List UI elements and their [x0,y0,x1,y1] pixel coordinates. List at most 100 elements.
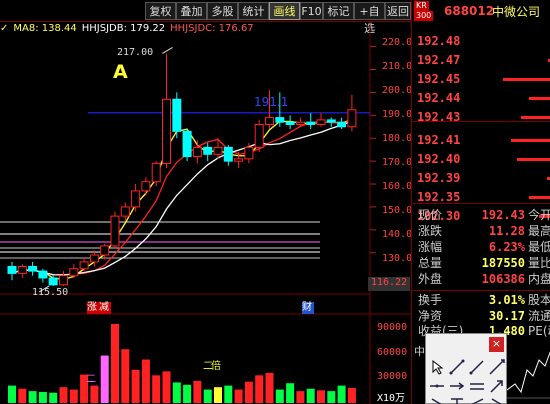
candle-up [100,245,110,256]
quote-divider-2 [412,290,550,291]
order-book-row[interactable]: 192.39 [412,170,550,186]
candle-down [223,146,233,162]
extended-line-tool-icon[interactable] [488,358,506,376]
candle-up [17,266,27,274]
down-arrow-tool-icon[interactable] [428,394,446,404]
stock-header[interactable]: KR 300 688012 中微公司 [412,0,550,22]
volume-bar [100,355,109,403]
quote-key-2: 股本 [528,293,550,307]
trend-arrow-tool-icon[interactable] [488,377,506,395]
volume-bar [141,359,150,403]
overlay-button[interactable]: 叠加 [176,2,207,20]
candle-up [295,121,305,125]
volume-bar [347,387,356,403]
rectangle-tool-icon[interactable] [488,394,506,404]
candle-up [89,254,99,263]
event-marker-cai[interactable]: 财 [302,302,314,314]
ray-tool-icon[interactable] [468,358,486,376]
candle-up [120,206,130,217]
volume-bar [111,323,119,403]
order-book-row[interactable]: 192.40 [412,151,550,167]
volume-bar [255,375,264,403]
volume-bar [172,382,181,403]
cursor-tool-icon[interactable] [428,358,446,376]
volume-bar [337,385,346,403]
quote-key-2: 流通 [528,309,550,323]
signal-letter: A [113,61,128,83]
quote-row: 现价 192.43 今开 [412,207,550,223]
statistics-button[interactable]: 统计 [238,2,269,20]
candle-down [337,121,347,128]
arrow-line-tool-icon[interactable] [448,377,466,395]
candle-up [131,190,141,208]
quote-divider [412,203,550,204]
quote-row: 总量 187550 量比 [412,255,550,271]
candle-down [326,119,336,123]
volume-bar [203,389,212,403]
order-book-row[interactable]: 192.48 [412,33,550,49]
candle-down [275,117,285,123]
close-icon[interactable]: × [489,337,504,352]
quote-row: 涨幅 6.23% 最低 [412,239,550,255]
order-book-row[interactable]: 192.43 [412,109,550,125]
order-book-row[interactable]: 192.44 [412,90,550,106]
parallel-line-tool-icon[interactable] [468,377,486,395]
quote-key: 现价 [418,208,443,222]
horizontal-line-tool-icon[interactable] [428,377,446,395]
quote-row: 换手 3.01% 股本 [412,292,550,308]
order-price: 192.39 [417,171,461,185]
candle-down [203,146,213,155]
kline-chart[interactable] [0,22,411,404]
volume-bar [265,372,274,403]
event-marker-zhang[interactable]: 涨 [87,302,99,314]
channel-tool-icon[interactable] [468,394,486,404]
draw-line-button[interactable]: 画线 [269,2,300,20]
order-size-bar [503,78,550,81]
high-pointer [162,47,173,54]
order-price: 192.41 [417,133,461,147]
volume-marker-bei: 倍 [211,361,221,372]
mark-button[interactable]: 标记 [323,2,354,20]
vol-tick-label: 30000 [377,371,408,382]
quote-key-2: 最低 [528,240,550,254]
quote-value: 6.23% [488,240,525,254]
quote-key-2: PE(动 [528,324,550,338]
volume-bar [18,388,27,403]
market-badge-sub: 300 [414,11,434,21]
quote-row: 涨跌 11.28 最高 [412,223,550,239]
stock-name: 中微公司 [492,5,541,19]
reference-price-label: 191.1 [254,95,289,109]
candle-up [151,162,161,183]
order-book-divider [412,121,550,122]
quote-row: 净资 30.17 流通 [412,308,550,324]
order-book-row[interactable]: 192.41 [412,132,550,148]
volume-bar [121,349,130,403]
candle-up [141,181,151,192]
volume-bar [90,385,99,403]
multi-stock-button[interactable]: 多股 [207,2,238,20]
candle-down [172,98,182,132]
high-price-label: 217.00 [117,47,154,58]
volume-bar [8,385,16,403]
drawing-tools-popup[interactable]: × [425,333,507,404]
moving-average-line [11,118,353,281]
candle-up [213,146,223,155]
candle-up [244,146,254,160]
order-book-row[interactable]: 192.45 [412,71,550,87]
order-price: 192.40 [417,152,461,166]
text-tool-icon[interactable] [448,394,466,404]
order-size-bar [529,196,550,199]
order-price: 192.48 [417,34,461,48]
order-size-bar [521,116,550,119]
candle-up [254,123,264,148]
volume-bar [38,391,47,403]
add-watchlist-button[interactable]: +自选 [354,2,385,35]
volume-bar [131,369,140,403]
back-button[interactable]: 返回 [385,2,411,20]
f10-button[interactable]: F10 [300,2,323,20]
candle-down [285,121,295,125]
line-segment-tool-icon[interactable] [448,358,466,376]
order-book-row[interactable]: 192.47 [412,52,550,68]
fuquan-button[interactable]: 复权 [145,2,176,20]
event-marker-jian[interactable]: 减 [99,302,111,314]
